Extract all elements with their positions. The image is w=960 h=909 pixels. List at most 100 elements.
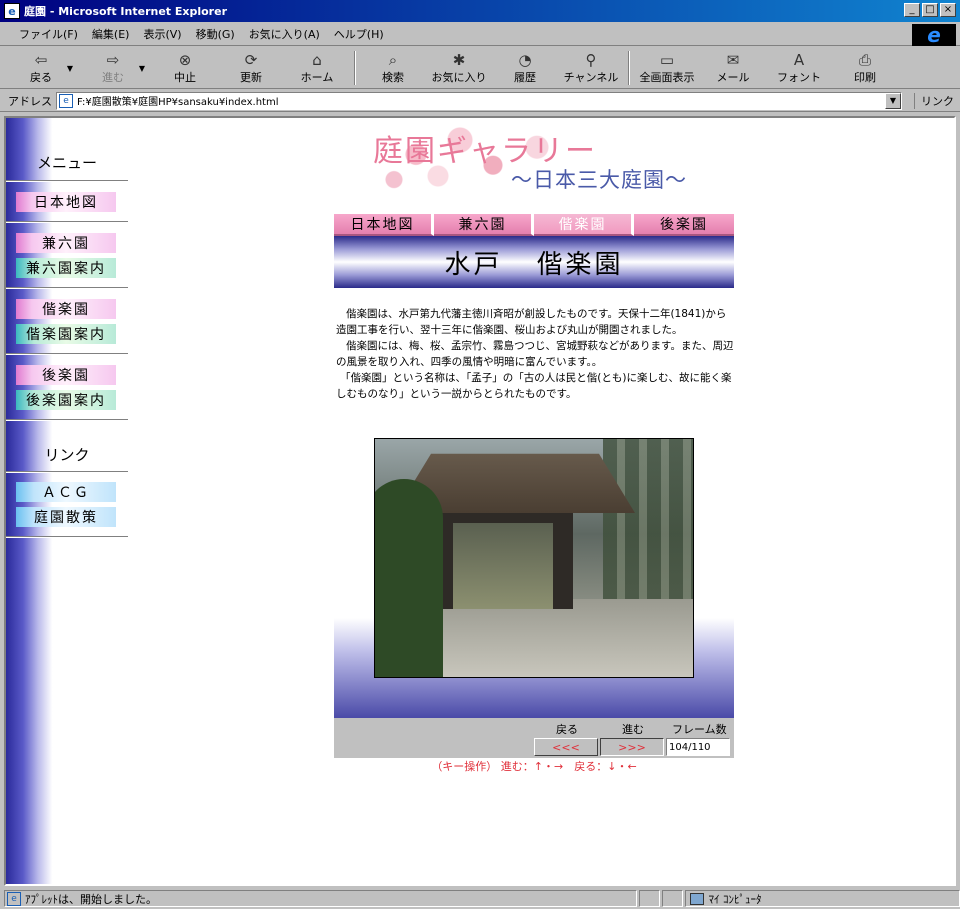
photo-shrub — [375, 479, 443, 677]
ie-logo-icon: e — [912, 23, 956, 47]
divider — [6, 536, 128, 538]
page-icon: e — [59, 93, 73, 108]
standard-toolbar: ⇦ 戻る ▼ ⇨ 進む ▼ ⊗ 中止 ⟳ 更新 ⌂ ホーム ⌕ 検索 ✱ お気に入り ◔ 履歴 … — [0, 47, 960, 89]
status-pane — [662, 890, 684, 907]
description-paragraph: 偕楽園には、梅、桜、孟宗竹、霧島つつじ、宮城野萩などがあります。また、周辺の風景… — [336, 340, 734, 368]
font-icon: A — [793, 51, 805, 69]
status-text: ｱﾌﾟﾚｯﾄは、開始しました。 — [25, 892, 157, 906]
garden-photo — [374, 438, 694, 678]
window-controls: _ □ × — [904, 3, 956, 17]
sidebar-item-kenrokuen-guide[interactable]: 兼六園案内 — [16, 258, 116, 278]
refresh-button[interactable]: ⟳ 更新 — [218, 48, 284, 88]
menu-favorites[interactable]: お気に入り(A) — [242, 26, 327, 42]
sidebar-frame: メニュー 日本地図 兼六園 兼六園案内 偕楽園 偕楽園案内 後楽園 後楽園案内 … — [6, 118, 128, 884]
window-titlebar[interactable]: e 庭園 - Microsoft Internet Explorer _ □ × — [0, 0, 960, 22]
frames-label: フレーム数 — [672, 723, 727, 736]
toolbar-separator — [354, 51, 356, 85]
mail-button[interactable]: ✉ メール — [700, 48, 766, 88]
tab-kairakuen[interactable]: 偕楽園 — [534, 214, 634, 236]
home-button[interactable]: ⌂ ホーム — [284, 48, 350, 88]
fullscreen-button[interactable]: ▭ 全画面表示 — [634, 48, 700, 88]
gallery-banner: 庭園ギャラリー ～日本三大庭園～ — [361, 122, 721, 194]
forward-dropdown[interactable]: ▼ — [136, 48, 148, 88]
frame-back-button[interactable]: <<< — [534, 738, 598, 756]
sidebar-item-kenrokuen[interactable]: 兼六園 — [16, 233, 116, 253]
home-icon: ⌂ — [312, 51, 322, 69]
sidebar-item-kairakuen-guide[interactable]: 偕楽園案内 — [16, 324, 116, 344]
forward-arrow-icon: ⇨ — [106, 51, 120, 69]
print-button[interactable]: ⎙ 印刷 — [832, 48, 898, 88]
stop-button[interactable]: ⊗ 中止 — [152, 48, 218, 88]
zone-label: ﾏｲ ｺﾝﾋﾟｭｰﾀ — [708, 892, 762, 906]
divider — [6, 221, 128, 223]
photo-gate — [433, 513, 573, 609]
close-button[interactable]: × — [940, 3, 956, 17]
tab-japan-map[interactable]: 日本地図 — [334, 214, 434, 236]
links-button[interactable]: リンク — [914, 92, 954, 109]
frame-count-field[interactable]: 104/110 — [666, 738, 730, 756]
sidebar-item-japan-map[interactable]: 日本地図 — [16, 192, 116, 212]
sidebar-item-korakuen-guide[interactable]: 後楽園案内 — [16, 390, 116, 410]
channels-button[interactable]: ⚲ チャンネル — [558, 48, 624, 88]
minimize-button[interactable]: _ — [904, 3, 920, 17]
sidebar-item-kairakuen[interactable]: 偕楽園 — [16, 299, 116, 319]
tab-kenrokuen[interactable]: 兼六園 — [434, 214, 534, 236]
toolbar-separator — [628, 51, 630, 85]
sidebar-item-korakuen[interactable]: 後楽園 — [16, 365, 116, 385]
page-viewport: メニュー 日本地図 兼六園 兼六園案内 偕楽園 偕楽園案内 後楽園 後楽園案内 … — [4, 116, 956, 886]
garden-tabs: 日本地図 兼六園 偕楽園 後楽園 — [334, 214, 734, 236]
title-garden: 偕楽園 — [536, 249, 624, 280]
address-dropdown-icon[interactable]: ▼ — [885, 92, 901, 109]
title-place: 水戸 — [444, 249, 503, 280]
forward-label: 進む — [622, 723, 644, 736]
maximize-button[interactable]: □ — [922, 3, 938, 17]
menu-edit[interactable]: 編集(E) — [85, 26, 137, 42]
description-paragraph: 「偕楽園」という名称は、「孟子」の「古の人は民と偕(とも)に楽しむ、故に能く楽し… — [336, 372, 732, 400]
tab-korakuen[interactable]: 後楽園 — [634, 214, 734, 236]
menu-help[interactable]: ヘルプ(H) — [327, 26, 391, 42]
history-icon: ◔ — [518, 51, 532, 69]
banner-subtitle: ～日本三大庭園～ — [511, 168, 687, 192]
stop-icon: ⊗ — [178, 51, 192, 69]
refresh-icon: ⟳ — [244, 51, 258, 69]
search-button[interactable]: ⌕ 検索 — [360, 48, 426, 88]
address-label: アドレス — [8, 94, 52, 108]
my-computer-icon — [690, 892, 705, 905]
address-value: F:¥庭園散策¥庭園HP¥sansaku¥index.html — [77, 97, 279, 108]
description-paragraph: 偕楽園は、水戸第九代藩主徳川斉昭が創設したものです。天保十二年(1841)から造… — [336, 308, 727, 336]
divider — [6, 287, 128, 289]
history-button[interactable]: ◔ 履歴 — [492, 48, 558, 88]
status-pane — [639, 890, 661, 907]
divider — [6, 471, 128, 473]
address-input[interactable]: e F:¥庭園散策¥庭園HP¥sansaku¥index.html ▼ — [56, 91, 902, 110]
page-title: 水戸 偕楽園 — [334, 236, 734, 288]
divider — [6, 180, 128, 182]
frame-forward-button[interactable]: >>> — [600, 738, 664, 756]
security-zone-pane: ﾏｲ ｺﾝﾋﾟｭｰﾀ — [685, 890, 960, 907]
links-heading: リンク — [44, 446, 90, 464]
favorites-button[interactable]: ✱ お気に入り — [426, 48, 492, 88]
print-icon: ⎙ — [858, 51, 871, 69]
sidebar-link-teien-sansaku[interactable]: 庭園散策 — [16, 507, 116, 527]
ie-page-icon: e — [4, 3, 20, 19]
status-text-pane: e ｱﾌﾟﾚｯﾄは、開始しました。 — [4, 890, 638, 907]
menu-file[interactable]: ファイル(F) — [12, 26, 85, 42]
garden-description: 偕楽園は、水戸第九代藩主徳川斉昭が創設したものです。天保十二年(1841)から造… — [336, 306, 736, 402]
key-operation-hint: （キー操作） 進む：↑・→ 戻る：↓・← — [431, 760, 637, 773]
back-arrow-icon: ⇦ — [34, 51, 48, 69]
page-icon: e — [7, 891, 21, 906]
window-title: 庭園 - Microsoft Internet Explorer — [24, 5, 227, 18]
divider — [6, 419, 128, 421]
photo-trees — [603, 439, 693, 609]
menu-go[interactable]: 移動(G) — [189, 26, 242, 42]
mail-icon: ✉ — [726, 51, 740, 69]
address-bar: アドレス e F:¥庭園散策¥庭園HP¥sansaku¥index.html ▼… — [0, 90, 960, 112]
status-bar: e ｱﾌﾟﾚｯﾄは、開始しました。 ﾏｲ ｺﾝﾋﾟｭｰﾀ — [0, 888, 960, 909]
back-label: 戻る — [556, 723, 578, 736]
sidebar-link-acg[interactable]: ＡＣＧ — [16, 482, 116, 502]
channels-icon: ⚲ — [585, 51, 597, 69]
menu-view[interactable]: 表示(V) — [136, 26, 188, 42]
font-button[interactable]: A フォント — [766, 48, 832, 88]
menu-heading: メニュー — [36, 154, 97, 172]
back-dropdown[interactable]: ▼ — [64, 48, 76, 88]
